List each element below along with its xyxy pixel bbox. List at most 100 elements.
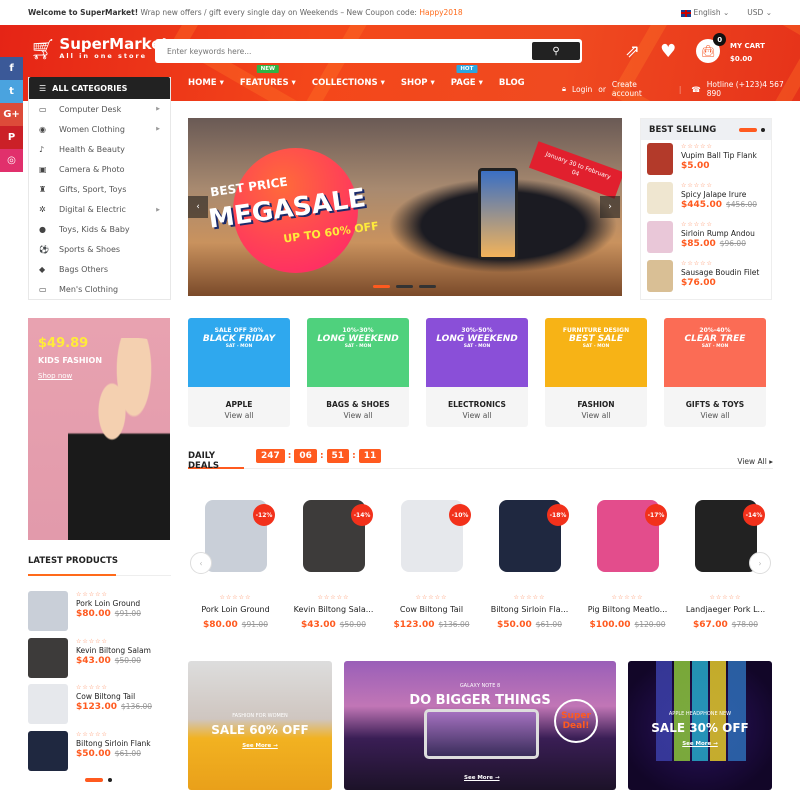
search-input[interactable] [157, 46, 532, 56]
category-item[interactable]: ▭ Men's Clothing [29, 280, 170, 300]
nav-item-blog[interactable]: BLOG [499, 78, 525, 88]
latest-product-item[interactable]: ☆☆☆☆☆ Biltong Sirloin Flank $50.00 $61.00 [28, 728, 171, 775]
category-item[interactable]: ▭ Computer Desk ▶ [29, 99, 170, 119]
view-all-link[interactable]: View all [664, 411, 766, 420]
category-item[interactable]: ● Toys, Kids & Baby [29, 220, 170, 240]
category-card[interactable]: 30%-50% LONG WEEKEND SAT - MON ELECTRONICS V… [426, 318, 528, 427]
product-name[interactable]: Pig Biltong Meatlo... [580, 605, 675, 614]
pager-active[interactable] [739, 127, 757, 132]
category-item[interactable]: ✲ Digital & Electric ▶ [29, 199, 170, 219]
facebook-button[interactable]: f [0, 57, 23, 80]
view-all-link[interactable]: View all [545, 411, 647, 420]
pinterest-button[interactable]: P [0, 126, 23, 149]
product-name[interactable]: Kevin Biltong Salam [76, 646, 151, 655]
carousel-prev-button[interactable]: ‹ [190, 552, 212, 574]
product-old-price: $136.00 [438, 620, 470, 629]
category-item[interactable]: ◆ Bags Others [29, 260, 170, 280]
fashion-banner[interactable]: FASHION FOR WOMEN SALE 60% OFF See More … [188, 661, 332, 790]
slider-dot[interactable] [419, 285, 436, 288]
category-card[interactable]: FURNITURE DESIGN BEST SALE SAT - MON FASHIO… [545, 318, 647, 427]
shopping-bag-icon: 👜︎ [700, 44, 716, 58]
category-banner-image: 10%-30% LONG WEEKEND SAT - MON [307, 318, 409, 387]
timer-seconds: 11 [358, 449, 382, 463]
product-name[interactable]: Biltong Sirloin Flank [76, 739, 151, 748]
twitter-button[interactable]: t [0, 80, 23, 103]
category-item[interactable]: ♪ Health & Beauty [29, 139, 170, 159]
product-name[interactable]: Sausage Boudin Filet [681, 268, 759, 277]
category-card[interactable]: 10%-30% LONG WEEKEND SAT - MON BAGS & SHOES… [307, 318, 409, 427]
kids-fashion-banner[interactable]: $49.89 KIDS FASHION Shop now [28, 318, 170, 540]
view-all-link[interactable]: View all [188, 411, 290, 420]
all-categories-button[interactable]: ☰ ALL CATEGORIES [29, 77, 170, 99]
product-name[interactable]: Spicy Jalape Irure [681, 190, 757, 199]
view-all-link[interactable]: View All ▸ [737, 449, 773, 466]
product-name[interactable]: Biltong Sirloin Fla... [482, 605, 577, 614]
cart-button[interactable]: 👜︎ 0 [696, 33, 727, 63]
rating-stars: ☆☆☆☆☆ [76, 637, 108, 645]
currency-selector[interactable]: USD ⌄ [747, 8, 772, 17]
shop-now-link[interactable]: Shop now [38, 372, 72, 380]
product-name[interactable]: Cow Biltong Tail [384, 605, 479, 614]
best-selling-item[interactable]: ☆☆☆☆☆ Spicy Jalape Irure $445.00 $456.00 [641, 179, 771, 218]
deal-product[interactable]: -14% ☆☆☆☆☆ Kevin Biltong Sala... $43.00 $50.… [286, 490, 381, 630]
product-name[interactable]: Kevin Biltong Sala... [286, 605, 381, 614]
category-card[interactable]: SALE OFF 30% BLACK FRIDAY SAT - MON APPLE Vi… [188, 318, 290, 427]
pager-active[interactable] [85, 778, 103, 782]
product-price: $80.00 [76, 609, 111, 619]
instagram-button[interactable]: ◎ [0, 149, 23, 172]
latest-product-item[interactable]: ☆☆☆☆☆ Pork Loin Ground $80.00 $91.00 [28, 588, 171, 635]
chevron-left-icon: ‹ [196, 202, 200, 212]
see-more-link[interactable]: See More → [188, 743, 332, 749]
product-name[interactable]: Sirloin Rump Andou [681, 229, 755, 238]
best-selling-item[interactable]: ☆☆☆☆☆ Sausage Boudin Filet $76.00 [641, 257, 771, 296]
nav-item-shop[interactable]: SHOP ▾ [401, 78, 435, 88]
deal-product[interactable]: -18% ☆☆☆☆☆ Biltong Sirloin Fla... $50.00 $61… [482, 490, 577, 630]
compare-icon[interactable]: ⇗ [625, 41, 640, 62]
deal-product[interactable]: -10% ☆☆☆☆☆ Cow Biltong Tail $123.00 $136.00 [384, 490, 479, 630]
heart-icon[interactable]: ♥ [660, 41, 676, 62]
product-name[interactable]: Cow Biltong Tail [76, 692, 152, 701]
see-more-link[interactable]: See More → [628, 741, 772, 747]
product-name[interactable]: Pork Loin Ground [76, 599, 141, 608]
category-item[interactable]: ♜ Gifts, Sport, Toys [29, 179, 170, 199]
best-selling-item[interactable]: ☆☆☆☆☆ Sirloin Rump Andou $85.00 $96.00 [641, 218, 771, 257]
nav-item-home[interactable]: HOME ▾ [188, 78, 224, 88]
nav-item-collections[interactable]: COLLECTIONS ▾ [312, 78, 385, 88]
category-banner-image: 30%-50% LONG WEEKEND SAT - MON [426, 318, 528, 387]
cart-info[interactable]: MY CART $0.00 [730, 40, 765, 66]
slider-dot[interactable] [396, 285, 413, 288]
rating-stars: ☆☆☆☆☆ [611, 594, 644, 601]
create-account-link[interactable]: Create account [612, 80, 669, 98]
nav-item-page[interactable]: PAGE ▾ HOT [451, 65, 483, 88]
category-item[interactable]: ▣ Camera & Photo [29, 159, 170, 179]
pager-dot[interactable] [761, 127, 765, 132]
carousel-next-button[interactable]: › [749, 552, 771, 574]
category-item[interactable]: ⚽ Sports & Shoes [29, 240, 170, 260]
slider-prev-button[interactable]: ‹ [188, 196, 208, 218]
caret-right-icon: ▶ [156, 206, 160, 213]
login-link[interactable]: Login [572, 85, 592, 94]
search-button[interactable]: ⚲ [532, 42, 580, 60]
see-more-link[interactable]: See More → [464, 775, 500, 781]
view-all-link[interactable]: View all [426, 411, 528, 420]
latest-product-item[interactable]: ☆☆☆☆☆ Cow Biltong Tail $123.00 $136.00 [28, 681, 171, 728]
galaxy-banner[interactable]: GALAXY NOTE 8 DO BIGGER THINGS Super Dea… [344, 661, 616, 790]
product-name[interactable]: Landjaeger Pork L... [678, 605, 773, 614]
nav-item-features[interactable]: FEATURES ▾ NEW [240, 65, 296, 88]
google-plus-button[interactable]: G+ [0, 103, 23, 126]
deal-product[interactable]: -17% ☆☆☆☆☆ Pig Biltong Meatlo... $100.00 $12… [580, 490, 675, 630]
category-item[interactable]: ◉ Women Clothing ▶ [29, 119, 170, 139]
slider-dot[interactable] [373, 285, 390, 288]
product-name[interactable]: Pork Loin Ground [188, 605, 283, 614]
language-selector[interactable]: English ⌄ [680, 8, 729, 17]
best-selling-item[interactable]: ☆☆☆☆☆ Vupim Ball Tip Flank $5.00 [641, 140, 771, 179]
headphone-banner[interactable]: APPLE HEADPHONE NEW SALE 30% OFF See Mor… [628, 661, 772, 790]
category-card[interactable]: 20%-40% CLEAR TREE SAT - MON GIFTS & TOYS Vi… [664, 318, 766, 427]
pager-dot[interactable] [108, 778, 112, 782]
logo[interactable]: 🛒︎ SuperMarket All in one store [30, 37, 169, 61]
latest-product-item[interactable]: ☆☆☆☆☆ Kevin Biltong Salam $43.00 $50.00 [28, 635, 171, 682]
view-all-link[interactable]: View all [307, 411, 409, 420]
product-old-price: $91.00 [241, 620, 268, 629]
product-name[interactable]: Vupim Ball Tip Flank [681, 151, 757, 160]
slider-next-button[interactable]: › [600, 196, 620, 218]
